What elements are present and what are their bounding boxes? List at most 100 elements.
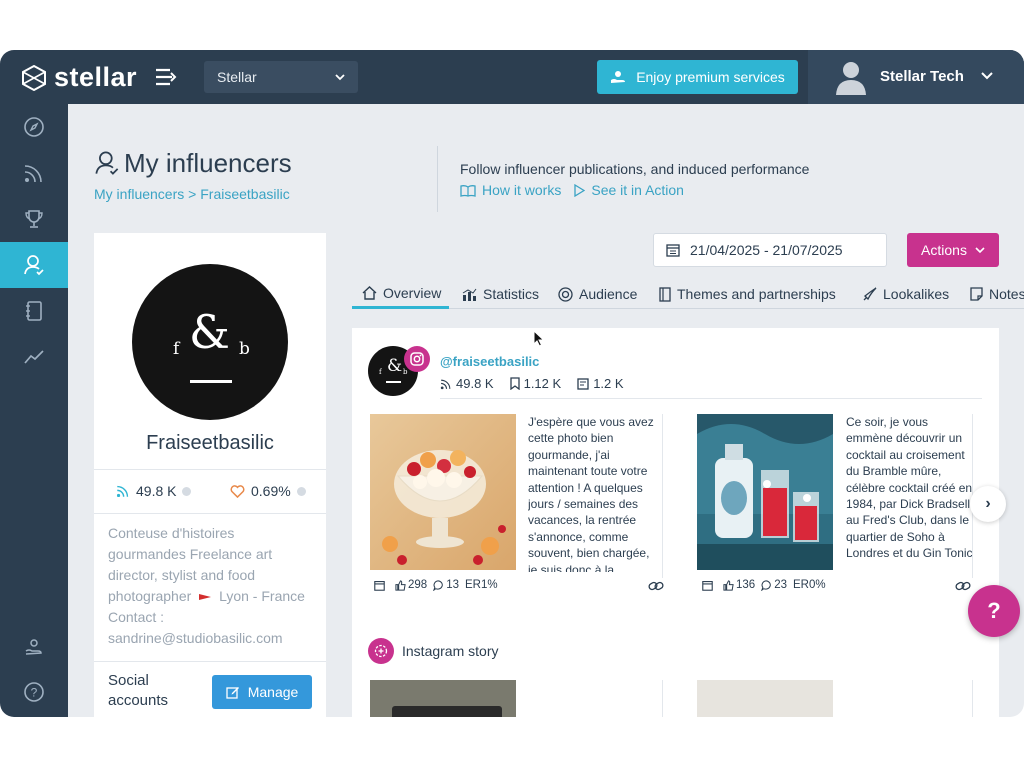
- post-likes-value: 136: [736, 579, 756, 591]
- sidebar-item-premium[interactable]: [0, 624, 68, 670]
- post-comments-value: 13: [446, 579, 459, 591]
- account-handle[interactable]: @fraiseetbasilic: [440, 354, 539, 369]
- breadcrumb-item-influencers[interactable]: My influencers: [94, 186, 184, 202]
- sidebar: ?: [0, 104, 68, 717]
- workspace-select-value: Stellar: [217, 69, 257, 85]
- rss-icon: [116, 485, 129, 498]
- trend-icon: [24, 350, 44, 364]
- manage-label: Manage: [247, 684, 299, 700]
- premium-services-label: Enjoy premium services: [636, 69, 785, 85]
- see-in-action-link[interactable]: See it in Action: [573, 182, 684, 198]
- posts-icon: [577, 377, 589, 390]
- comment-icon: [761, 579, 771, 591]
- sidebar-item-help[interactable]: ?: [0, 669, 68, 715]
- post-comments-value: 23: [774, 579, 787, 591]
- top-bar: stellar Stellar Enjoy premium services S…: [0, 50, 1024, 104]
- logo-letter-f: f: [379, 368, 382, 376]
- post-caption: J'espère que vous avez cette photo bien …: [528, 415, 654, 572]
- post-comments: 23: [761, 579, 787, 591]
- divider: [662, 414, 663, 578]
- profile-bio: Conteuse d'histoires gourmandes Freelanc…: [108, 523, 316, 649]
- post-image[interactable]: [697, 414, 843, 570]
- account-followers: 49.8 K: [440, 376, 494, 391]
- brand-logo[interactable]: stellar: [22, 62, 137, 93]
- chevron-right-icon: ›: [985, 495, 991, 512]
- tab-lookalikes[interactable]: Lookalikes: [862, 279, 949, 309]
- help-button-label: ?: [987, 598, 1001, 623]
- overview-panel: f & b @fraiseetbasilic 49.8 K 1.12 K 1.2…: [352, 328, 1006, 717]
- actions-button[interactable]: Actions: [907, 233, 999, 267]
- post-image[interactable]: [370, 414, 516, 570]
- user-menu[interactable]: Stellar Tech: [808, 50, 1024, 104]
- logo-ampersand: &: [189, 305, 230, 359]
- post-engagement-rate: ER1%: [464, 579, 498, 591]
- breadcrumb-item-current[interactable]: Fraiseetbasilic: [200, 186, 289, 202]
- menu-toggle-icon[interactable]: [155, 67, 177, 87]
- tab-bar: Overview Statistics Audience Themes and …: [352, 276, 1024, 309]
- logo-underline: [386, 381, 401, 383]
- help-button[interactable]: ?: [968, 585, 1020, 637]
- carousel-next-button[interactable]: ›: [970, 486, 1006, 522]
- how-it-works-label: How it works: [482, 182, 562, 198]
- date-range-value: 21/04/2025 - 21/07/2025: [690, 242, 843, 258]
- story-icon: [368, 638, 394, 664]
- influencer-icon: [95, 151, 119, 175]
- divider: [440, 398, 982, 399]
- sidebar-item-campaigns[interactable]: [0, 196, 68, 242]
- tab-notes[interactable]: Notes: [970, 279, 1024, 309]
- divider: [972, 680, 973, 717]
- divider: [94, 469, 326, 470]
- manage-button[interactable]: Manage: [212, 675, 312, 709]
- edit-icon: [226, 687, 239, 699]
- sidebar-item-feed[interactable]: [0, 150, 68, 196]
- date-range-picker[interactable]: 21/04/2025 - 21/07/2025: [653, 233, 887, 267]
- home-icon: [362, 285, 377, 300]
- premium-services-button[interactable]: Enjoy premium services: [597, 60, 798, 94]
- tab-audience[interactable]: Audience: [558, 279, 637, 309]
- calendar-icon: [374, 580, 385, 591]
- help-circle-icon: ?: [24, 682, 44, 702]
- info-icon[interactable]: [182, 486, 192, 496]
- how-it-works-link[interactable]: How it works: [460, 182, 561, 198]
- avatar: [836, 62, 866, 95]
- profile-name: Fraiseetbasilic: [146, 432, 274, 454]
- tab-overview[interactable]: Overview: [352, 279, 450, 309]
- sidebar-item-reports[interactable]: [0, 288, 68, 334]
- target-icon: [558, 286, 573, 302]
- workspace-select[interactable]: Stellar: [204, 61, 358, 93]
- bar-chart-icon: [462, 288, 477, 301]
- note-icon: [970, 287, 983, 301]
- post-comments: 13: [433, 579, 459, 591]
- post-caption: Ce soir, je vous emmène découvrir un coc…: [846, 415, 973, 561]
- breadcrumb-separator: >: [188, 186, 197, 202]
- sidebar-item-influencers[interactable]: [0, 242, 68, 288]
- mouse-cursor-icon: [533, 330, 545, 347]
- calendar-icon: [702, 580, 713, 591]
- calendar-icon: [666, 244, 680, 257]
- post-engagement-rate: ER0%: [792, 579, 826, 591]
- post-metrics: 298 13 ER1%: [374, 579, 498, 591]
- followers-value: 49.8 K: [136, 483, 177, 499]
- bio-location: Lyon - France: [219, 588, 305, 604]
- divider: [94, 513, 326, 514]
- page-description: Follow influencer publications, and indu…: [460, 161, 810, 177]
- post-likes: 136: [723, 579, 755, 591]
- app-window: stellar Stellar Enjoy premium services S…: [0, 50, 1024, 717]
- tab-themes-label: Themes and partnerships: [677, 286, 836, 302]
- sidebar-item-discover[interactable]: [0, 104, 68, 150]
- link-icon[interactable]: [955, 580, 971, 592]
- tab-themes[interactable]: Themes and partnerships: [658, 279, 836, 309]
- story-thumbnail[interactable]: [697, 680, 833, 717]
- link-icon[interactable]: [648, 580, 664, 592]
- play-icon: [574, 183, 586, 197]
- tab-statistics[interactable]: Statistics: [462, 279, 539, 309]
- see-in-action-label: See it in Action: [591, 182, 684, 198]
- trophy-icon: [25, 210, 43, 228]
- sidebar-item-analytics[interactable]: [0, 334, 68, 380]
- tab-statistics-label: Statistics: [483, 286, 540, 302]
- divider: [662, 680, 663, 717]
- rss-icon: [440, 379, 451, 389]
- story-thumbnail[interactable]: [370, 680, 516, 717]
- stellar-logo-icon: [22, 64, 46, 91]
- info-icon[interactable]: [296, 486, 306, 496]
